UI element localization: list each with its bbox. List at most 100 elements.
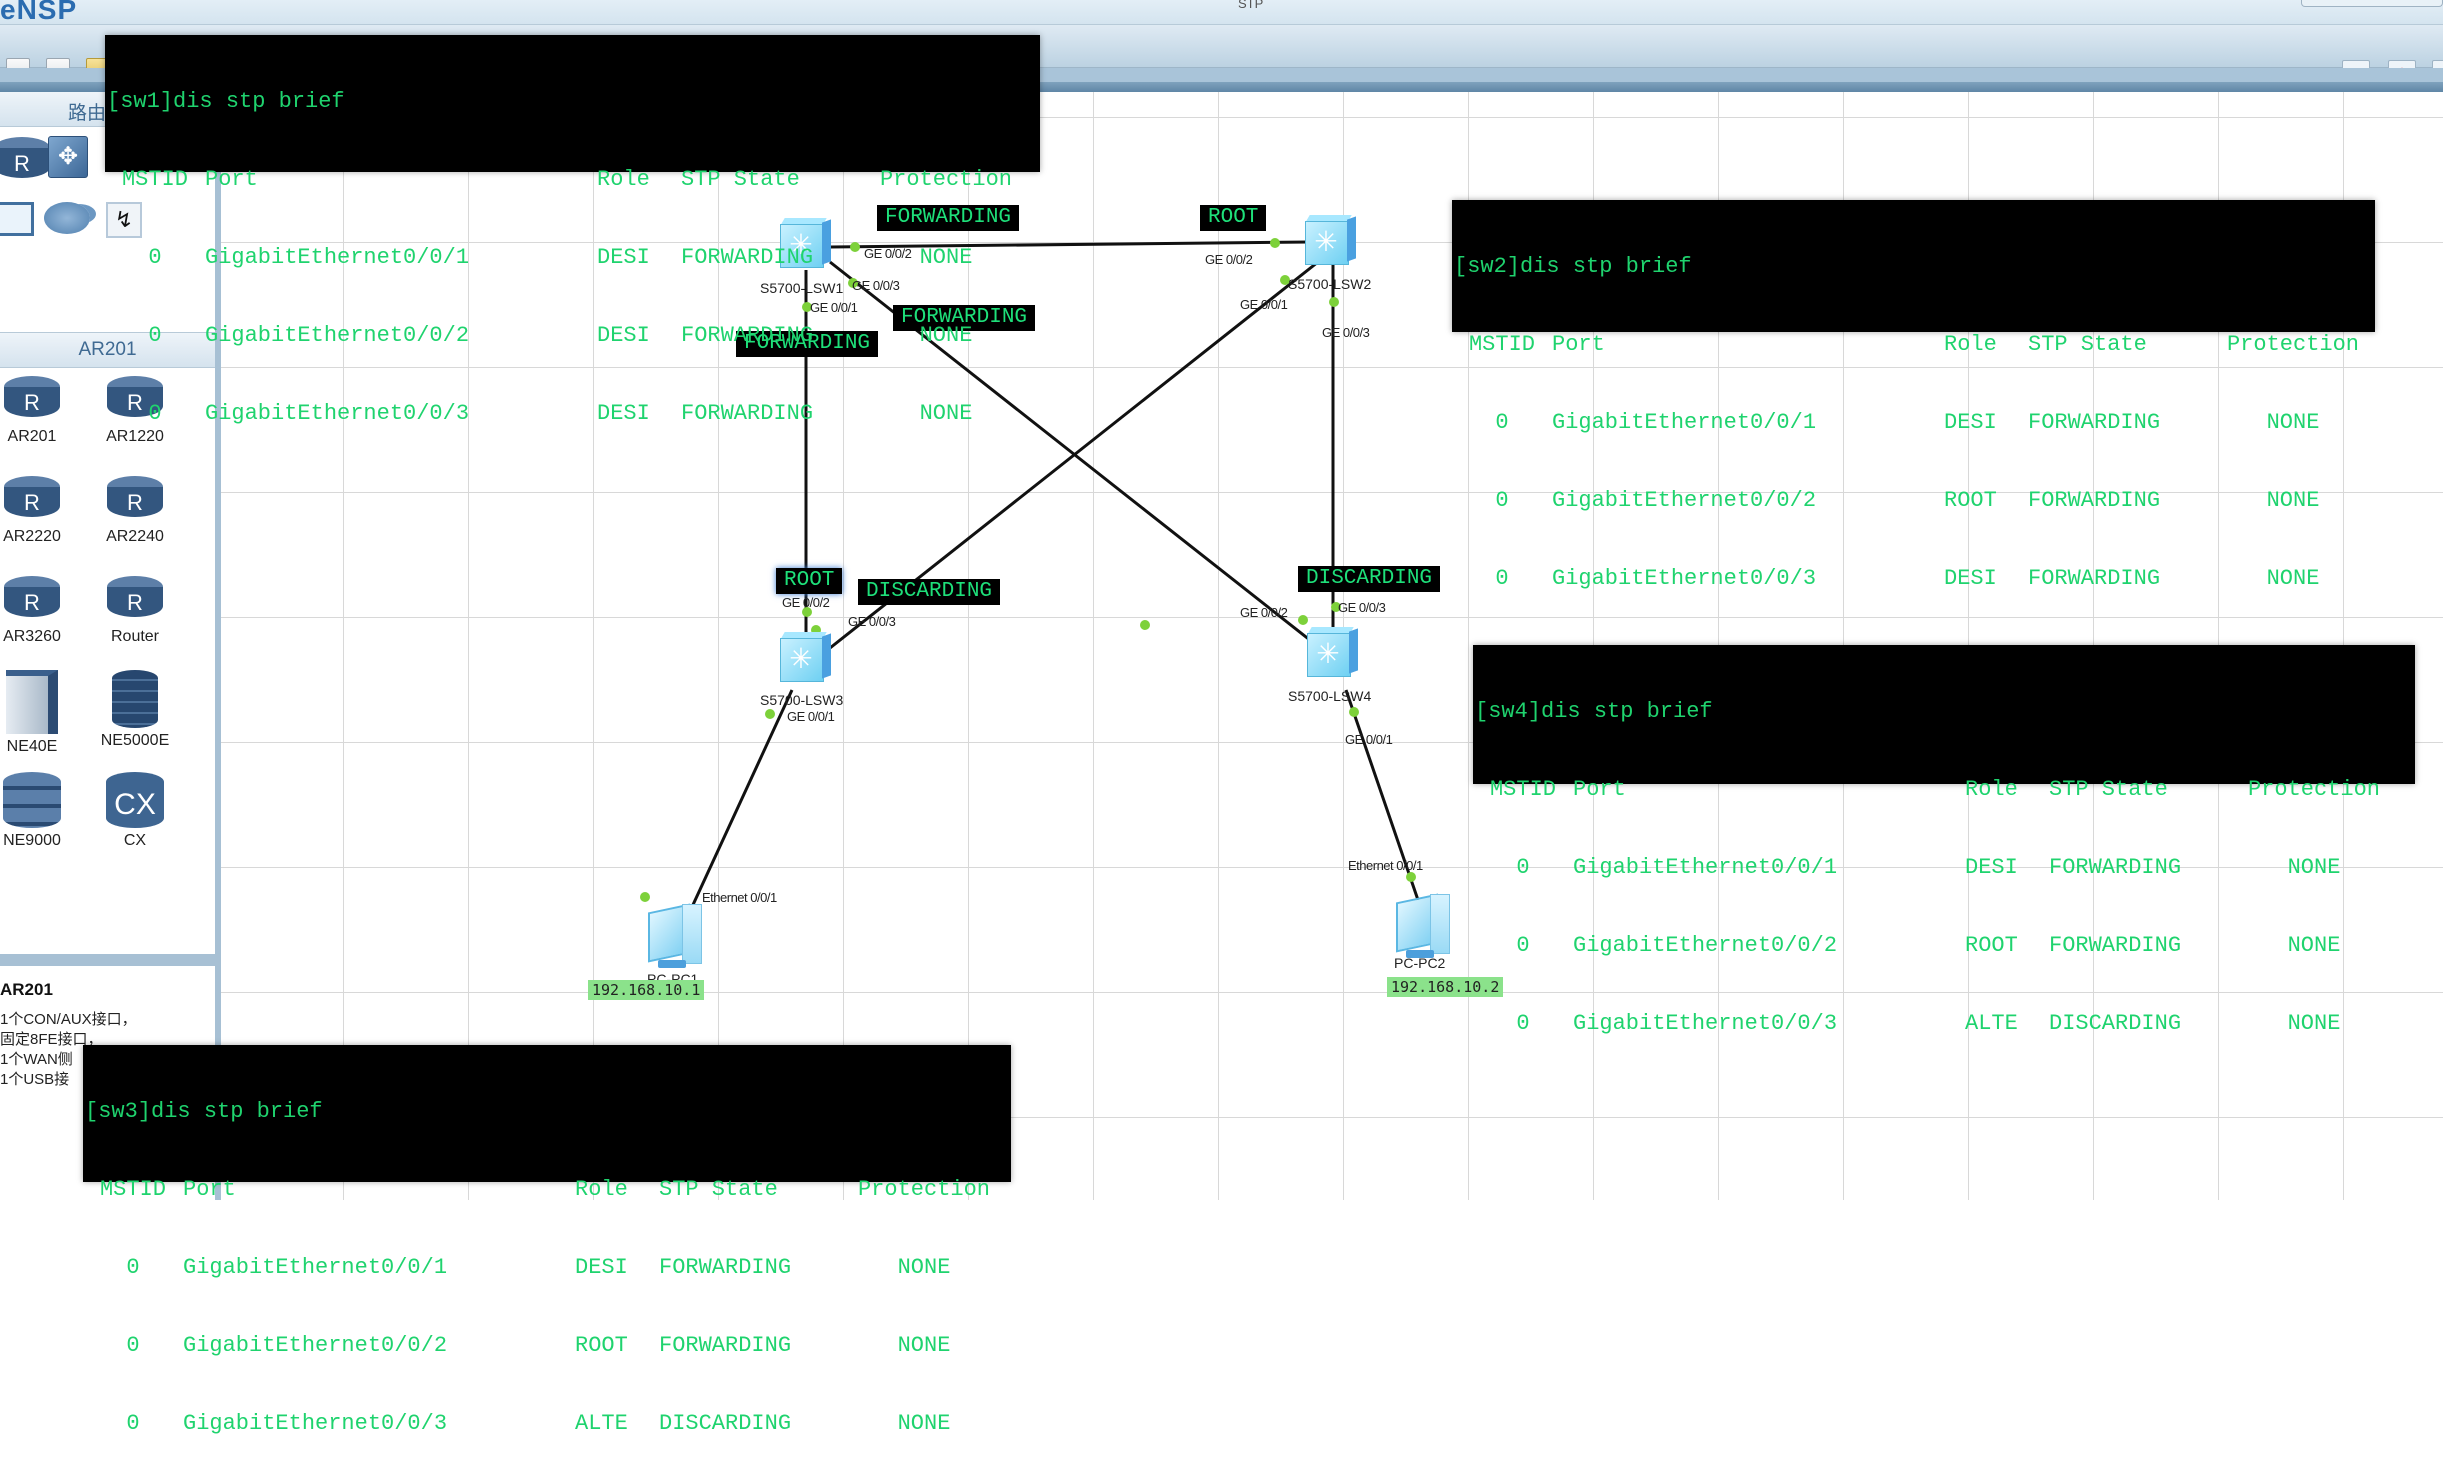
switch-icon: ✳ xyxy=(1316,638,1340,669)
col-protection: Protection xyxy=(2247,777,2381,802)
port-label: GE 0/0/1 xyxy=(787,709,835,724)
cell-mstid: 0 xyxy=(126,1333,140,1358)
port-dot[interactable] xyxy=(640,892,650,902)
cell-state: FORWARDING xyxy=(2028,566,2161,591)
terminal-row: 0 GigabitEthernet0/0/1 DESI FORWARDING NONE xyxy=(1452,410,2375,436)
cell-port: GigabitEthernet0/0/2 xyxy=(205,323,470,348)
cell-port: GigabitEthernet0/0/1 xyxy=(205,245,470,270)
ip-label-pc1: 192.168.10.1 xyxy=(588,980,705,1000)
terminal-command: [sw1]dis stp brief xyxy=(107,89,345,114)
terminal-sw4[interactable]: [sw4]dis stp brief MSTID Port Role STP Stat… xyxy=(1473,645,2415,1036)
cell-protection: NONE xyxy=(897,1411,951,1436)
col-stp-state: STP State xyxy=(681,167,800,192)
port-dot[interactable] xyxy=(1349,707,1359,717)
col-mstid: MSTID xyxy=(1468,332,1535,357)
cell-port: GigabitEthernet0/0/3 xyxy=(183,1411,448,1436)
port-label: Ethernet 0/0/1 xyxy=(1348,858,1423,873)
cell-mstid: 0 xyxy=(148,401,162,426)
cell-port: GigabitEthernet0/0/1 xyxy=(1573,855,1838,880)
switch-lsw3[interactable]: ✳ xyxy=(780,632,832,682)
col-role: Role xyxy=(575,1177,628,1202)
cell-role: ROOT xyxy=(1965,933,2018,958)
cell-state: FORWARDING xyxy=(2049,855,2182,880)
col-role: Role xyxy=(1944,332,1997,357)
pc-pc1[interactable] xyxy=(644,902,706,974)
cell-role: DESI xyxy=(1944,410,1997,435)
cell-protection: NONE xyxy=(919,323,973,348)
col-mstid: MSTID xyxy=(99,1177,166,1202)
terminal-row: 0 GigabitEthernet0/0/2 DESI FORWARDING NONE xyxy=(105,323,1040,349)
stp-state-tag: DISCARDING xyxy=(858,579,1001,605)
terminal-sw2[interactable]: [sw2]dis stp brief MSTID Port Role STP Stat… xyxy=(1452,200,2375,591)
col-stp-state: STP State xyxy=(659,1177,778,1202)
col-port: Port xyxy=(205,167,258,192)
cell-role: DESI xyxy=(575,1255,628,1280)
cell-port: GigabitEthernet0/0/1 xyxy=(183,1255,448,1280)
terminal-sw3[interactable]: [sw3]dis stp brief MSTID Port Role STP Stat… xyxy=(83,1045,1011,1436)
device-name-lsw2: S5700-LSW2 xyxy=(1288,276,1372,292)
cell-mstid: 0 xyxy=(1516,1011,1530,1036)
cell-state: FORWARDING xyxy=(2028,488,2161,513)
link-lsw3-pc1[interactable] xyxy=(684,689,794,921)
cell-protection: NONE xyxy=(897,1333,951,1358)
col-role: Role xyxy=(597,167,650,192)
cell-port: GigabitEthernet0/0/3 xyxy=(205,401,470,426)
col-mstid: MSTID xyxy=(121,167,188,192)
port-dot[interactable] xyxy=(1298,615,1308,625)
cell-state: FORWARDING xyxy=(2049,933,2182,958)
col-role: Role xyxy=(1965,777,2018,802)
terminal-row: 0 GigabitEthernet0/0/1 DESI FORWARDING NONE xyxy=(1473,855,2415,881)
cell-mstid: 0 xyxy=(126,1411,140,1436)
port-dot[interactable] xyxy=(1329,297,1339,307)
port-label: GE 0/0/3 xyxy=(848,614,896,629)
terminal-sw1[interactable]: [sw1]dis stp brief MSTID Port Role STP Stat… xyxy=(105,35,1040,426)
pc-pc2[interactable] xyxy=(1392,892,1454,964)
cell-mstid: 0 xyxy=(148,245,162,270)
cell-role: ALTE xyxy=(1965,1011,2018,1036)
cell-protection: NONE xyxy=(2266,488,2320,513)
cell-mstid: 0 xyxy=(1495,410,1509,435)
cell-protection: NONE xyxy=(2266,566,2320,591)
cell-protection: NONE xyxy=(897,1255,951,1280)
port-dot[interactable] xyxy=(1140,620,1150,630)
cell-role: DESI xyxy=(1965,855,2018,880)
port-dot[interactable] xyxy=(1270,238,1280,248)
cell-protection: NONE xyxy=(919,401,973,426)
cell-port: GigabitEthernet0/0/2 xyxy=(1552,488,1817,513)
col-protection: Protection xyxy=(2226,332,2360,357)
switch-lsw4[interactable]: ✳ xyxy=(1307,627,1359,677)
col-port: Port xyxy=(1573,777,1626,802)
terminal-row: 0 GigabitEthernet0/0/3 DESI FORWARDING NONE xyxy=(105,401,1040,427)
cell-port: GigabitEthernet0/0/3 xyxy=(1552,566,1817,591)
col-port: Port xyxy=(1552,332,1605,357)
device-name-lsw4: S5700-LSW4 xyxy=(1288,688,1372,704)
cell-role: ROOT xyxy=(575,1333,628,1358)
cell-protection: NONE xyxy=(2266,410,2320,435)
cell-role: DESI xyxy=(597,401,650,426)
cell-state: DISCARDING xyxy=(2049,1011,2182,1036)
stp-role-tag: ROOT xyxy=(1200,205,1267,231)
device-name-pc2: PC-PC2 xyxy=(1394,955,1446,971)
col-stp-state: STP State xyxy=(2049,777,2168,802)
port-label: Ethernet 0/0/1 xyxy=(702,890,777,905)
cell-mstid: 0 xyxy=(1516,933,1530,958)
stp-state-tag: DISCARDING xyxy=(1298,566,1441,592)
cell-state: FORWARDING xyxy=(681,245,814,270)
terminal-command: [sw4]dis stp brief xyxy=(1475,699,1713,724)
cell-port: GigabitEthernet0/0/3 xyxy=(1573,1011,1838,1036)
port-dot[interactable] xyxy=(765,709,775,719)
cell-protection: NONE xyxy=(919,245,973,270)
switch-icon: ✳ xyxy=(789,643,813,674)
terminal-row: 0 GigabitEthernet0/0/1 DESI FORWARDING NONE xyxy=(83,1255,1011,1281)
cell-protection: NONE xyxy=(2287,855,2341,880)
port-label: GE 0/0/2 xyxy=(782,595,830,610)
port-dot[interactable] xyxy=(1406,872,1416,882)
port-label: GE 0/0/3 xyxy=(1322,325,1370,340)
switch-lsw2[interactable]: ✳ xyxy=(1305,215,1357,265)
cell-port: GigabitEthernet0/0/1 xyxy=(1552,410,1817,435)
terminal-row: 0 GigabitEthernet0/0/2 ROOT FORWARDING NONE xyxy=(83,1333,1011,1359)
port-label: GE 0/0/1 xyxy=(1345,732,1393,747)
port-label: GE 0/0/1 xyxy=(1240,297,1288,312)
terminal-header-row: MSTID Port Role STP State Protection xyxy=(1452,332,2375,358)
terminal-header-row: MSTID Port Role STP State Protection xyxy=(105,167,1040,193)
